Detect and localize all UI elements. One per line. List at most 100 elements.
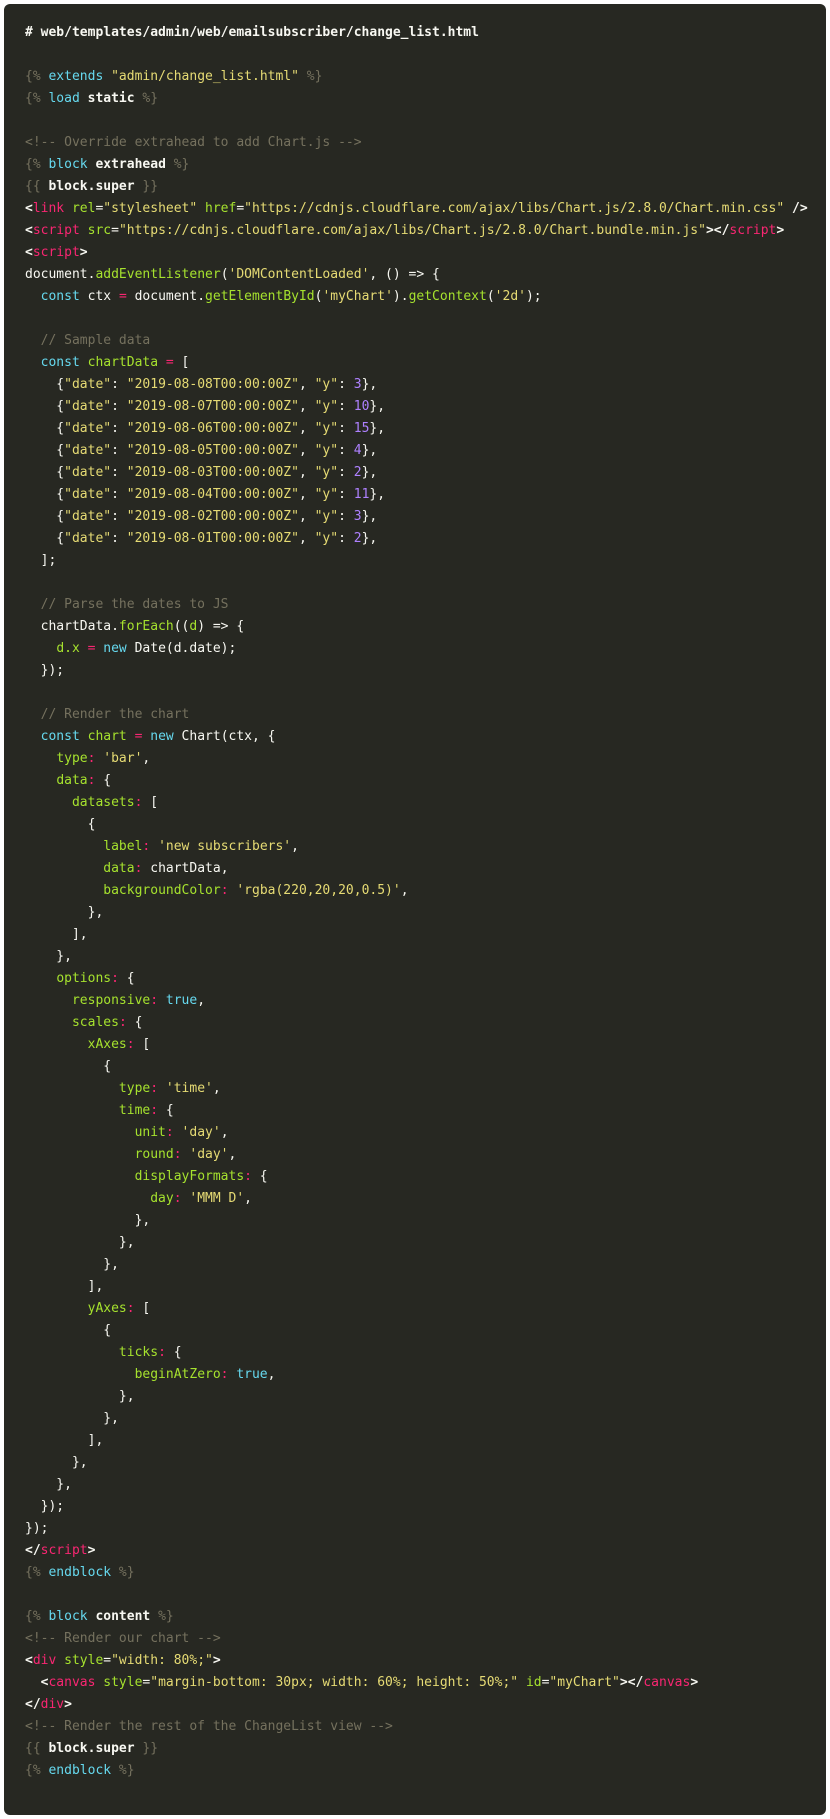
code-token: %} — [298, 69, 323, 84]
code-token: {% — [25, 1763, 49, 1778]
code-token: scales — [71, 1015, 119, 1030]
code-token: { — [25, 399, 65, 414]
code-token: const — [40, 729, 80, 744]
code-token: yAxes — [87, 1301, 127, 1316]
code-token: }); — [25, 663, 65, 678]
code-token: , — [142, 751, 151, 766]
code-token: [ — [142, 795, 159, 810]
code-token: "date" — [64, 377, 112, 392]
code-token: data — [103, 861, 135, 876]
code-token: new — [150, 729, 174, 744]
code-token: ></ — [705, 223, 730, 238]
code-token: const — [40, 355, 80, 370]
code-token: script — [32, 245, 80, 260]
code-token: static — [87, 91, 135, 106]
code-token: , — [298, 399, 315, 414]
code-token: chart — [87, 729, 127, 744]
code-token: "y" — [314, 509, 339, 524]
code-token: , — [298, 377, 315, 392]
code-token: new — [103, 641, 127, 656]
code-line: <div style="width: 80%;"> — [25, 1650, 826, 1672]
code-token: "stylesheet" — [103, 201, 198, 216]
code-line: label: 'new subscribers', — [25, 836, 826, 858]
code-token: }, — [361, 531, 378, 546]
code-token: > — [212, 1653, 221, 1668]
code-token: canvas — [643, 1675, 691, 1690]
code-token: xAxes — [87, 1037, 127, 1052]
code-token: extrahead — [95, 157, 166, 172]
code-token: {% — [25, 1565, 49, 1580]
code-token: day — [150, 1191, 174, 1206]
code-line: {{ block.super }} — [25, 176, 826, 198]
code-token: , — [197, 993, 206, 1008]
code-line: day: 'MMM D', — [25, 1188, 826, 1210]
code-token: data — [56, 773, 88, 788]
code-line: }, — [25, 1474, 826, 1496]
code-token: : — [173, 1191, 182, 1206]
code-token: : — [158, 1345, 166, 1360]
code-token: < — [25, 201, 33, 216]
code-token: , — [298, 509, 315, 524]
code-token: backgroundColor — [103, 883, 221, 898]
code-token: // Parse the dates to JS — [25, 597, 229, 612]
code-token: unit — [134, 1125, 166, 1140]
code-line: }); — [25, 1496, 826, 1518]
code-token: : — [111, 443, 127, 458]
code-token: > — [87, 1543, 96, 1558]
code-token: ], — [25, 1433, 104, 1448]
code-token: }, — [25, 1411, 119, 1426]
code-token: {% — [25, 91, 49, 106]
code-token: < — [25, 223, 33, 238]
code-token: extends — [48, 69, 104, 84]
code-token: chartData — [87, 355, 159, 370]
code-token: }, — [25, 1213, 151, 1228]
code-token: , — [212, 1081, 221, 1096]
code-line: backgroundColor: 'rgba(220,20,20,0.5)', — [25, 880, 826, 902]
code-line: chartData.forEach((d) => { — [25, 616, 826, 638]
code-token: "https://cdnjs.cloudflare.com/ajax/libs/… — [244, 201, 785, 216]
code-token: , — [220, 1125, 229, 1140]
code-line: beginAtZero: true, — [25, 1364, 826, 1386]
code-line: data: { — [25, 770, 826, 792]
code-token: ctx — [79, 289, 119, 304]
code-line: }, — [25, 1254, 826, 1276]
code-token: <!-- Override extrahead to add Chart.js … — [25, 135, 362, 150]
code-token: : — [111, 971, 119, 986]
code-line: }, — [25, 1386, 826, 1408]
code-token: round — [134, 1147, 174, 1162]
code-token: ], — [25, 1279, 104, 1294]
code-token: : — [338, 509, 354, 524]
code-token: </ — [25, 1543, 41, 1558]
code-token: "date" — [64, 465, 112, 480]
code-token: "2019-08-06T00:00:00Z" — [126, 421, 299, 436]
code-token: : — [111, 465, 127, 480]
code-token: { — [25, 1059, 112, 1074]
code-token: { — [25, 421, 65, 436]
code-token: {% — [25, 1609, 49, 1624]
code-token: "y" — [314, 487, 339, 502]
code-line: {% endblock %} — [25, 1562, 826, 1584]
code-token: true — [236, 1367, 268, 1382]
code-token: "date" — [64, 399, 112, 414]
code-token: # web/templates/admin/web/emailsubscribe… — [25, 25, 479, 40]
code-token: { — [25, 509, 65, 524]
code-token: <!-- Render our chart --> — [25, 1631, 221, 1646]
code-token: , — [244, 1191, 252, 1206]
code-token: { — [95, 773, 112, 788]
code-token: 'DOMContentLoaded' — [228, 267, 370, 282]
code-token: 'time' — [165, 1081, 213, 1096]
code-token: }, — [25, 1455, 88, 1470]
code-line: {{ block.super }} — [25, 1738, 826, 1760]
code-token: { — [118, 971, 135, 986]
code-token: block.super — [48, 179, 135, 194]
code-line: }, — [25, 1210, 826, 1232]
